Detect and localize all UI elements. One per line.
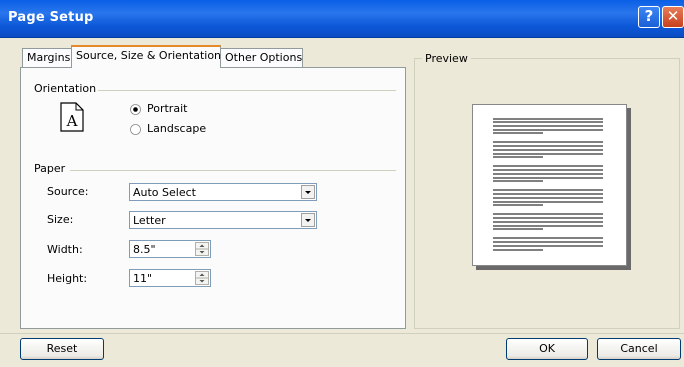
width-spinner[interactable]: 8.5" — [129, 240, 211, 258]
portrait-page-icon: A — [60, 102, 84, 132]
paper-divider — [70, 170, 396, 171]
size-label: Size: — [47, 213, 74, 226]
chevron-down-icon — [305, 219, 311, 222]
source-dropdown[interactable]: Auto Select — [129, 183, 317, 201]
title-bar[interactable]: Page Setup ? ✕ — [0, 0, 684, 38]
portrait-icon-letter: A — [66, 112, 78, 130]
size-dropdown[interactable]: Letter — [129, 211, 317, 229]
height-spin-arrows-icon[interactable] — [195, 271, 209, 285]
tab-other-options-label: Other Options — [225, 51, 303, 64]
reset-button-label: Reset — [46, 342, 78, 355]
close-icon: ✕ — [666, 7, 680, 25]
preview-page — [472, 104, 627, 266]
tab-margins[interactable]: Margins — [22, 48, 72, 67]
source-value: Auto Select — [133, 186, 196, 199]
portrait-radio[interactable] — [130, 104, 141, 115]
help-button[interactable]: ? — [638, 6, 660, 28]
reset-button[interactable]: Reset — [20, 338, 104, 360]
ok-button[interactable]: OK — [506, 338, 588, 360]
orientation-divider — [98, 90, 396, 91]
landscape-radio[interactable] — [130, 124, 141, 135]
close-button[interactable]: ✕ — [662, 6, 684, 28]
cancel-button[interactable]: Cancel — [597, 338, 681, 360]
tab-other-options[interactable]: Other Options — [220, 48, 303, 67]
paper-group-label: Paper — [34, 162, 66, 175]
size-dropdown-button[interactable] — [301, 213, 315, 227]
tab-margins-label: Margins — [27, 51, 71, 64]
tab-source-size-orientation[interactable]: Source, Size & Orientation — [71, 45, 221, 68]
button-separator — [0, 333, 684, 334]
height-spinner[interactable]: 11" — [129, 269, 211, 287]
ok-button-label: OK — [539, 342, 555, 355]
height-label: Height: — [47, 272, 88, 285]
preview-label: Preview — [422, 52, 471, 65]
source-dropdown-button[interactable] — [301, 185, 315, 199]
chevron-down-icon — [305, 191, 311, 194]
portrait-label[interactable]: Portrait — [147, 102, 187, 115]
help-icon: ? — [644, 7, 654, 25]
landscape-label[interactable]: Landscape — [147, 122, 206, 135]
source-label: Source: — [47, 185, 89, 198]
height-value[interactable]: 11" — [133, 272, 152, 285]
width-value[interactable]: 8.5" — [133, 243, 156, 256]
window-title: Page Setup — [8, 10, 94, 25]
width-spin-arrows-icon[interactable] — [195, 242, 209, 256]
width-label: Width: — [47, 243, 83, 256]
cancel-button-label: Cancel — [620, 342, 658, 355]
size-value: Letter — [133, 214, 166, 227]
preview-text-lines — [493, 118, 603, 251]
tab-source-size-orientation-label: Source, Size & Orientation — [76, 49, 222, 62]
orientation-group-label: Orientation — [34, 82, 97, 95]
